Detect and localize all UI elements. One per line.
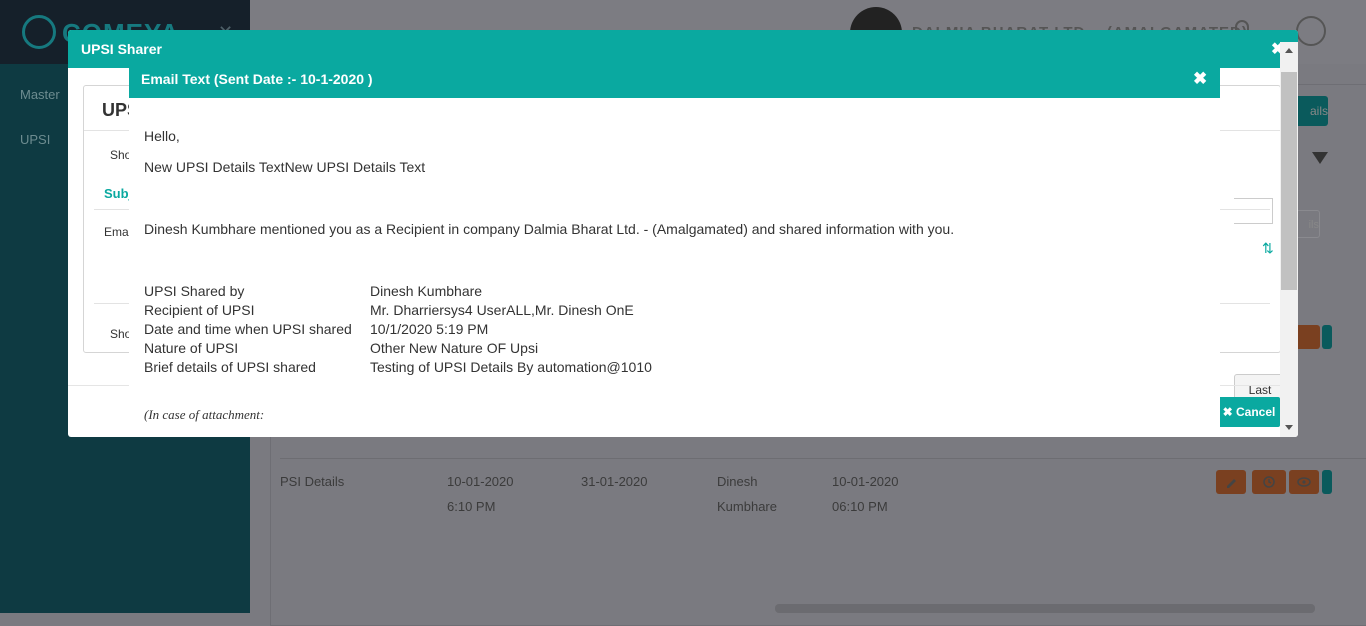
scroll-down-icon[interactable] — [1285, 425, 1293, 430]
subject-column-header[interactable]: Subj — [104, 186, 132, 201]
detail-key: Nature of UPSI — [144, 340, 239, 356]
history-icon — [1263, 476, 1275, 488]
cancel-button[interactable]: ✖ Cancel — [1218, 397, 1280, 427]
close-icon[interactable]: ✖ — [1193, 69, 1207, 89]
sidebar-item-master[interactable]: Master — [20, 87, 60, 102]
row-date3: 10-01-2020 — [832, 474, 899, 489]
upsi-details-table: UPSI Shared by Dinesh Kumbhare Recipient… — [144, 283, 652, 378]
sidebar-item-upsi[interactable]: UPSI — [20, 132, 50, 147]
table-row: Nature of UPSI Other New Nature OF Upsi — [144, 340, 652, 359]
pencil-icon — [1227, 479, 1236, 488]
row-name: PSI Details — [280, 474, 345, 489]
modal-title: UPSI Sharer — [81, 41, 162, 57]
email-mention-text: Dinesh Kumbhare mentioned you as a Recip… — [144, 221, 955, 237]
view-button[interactable] — [1289, 470, 1319, 494]
table-divider — [280, 458, 1366, 459]
email-text-modal: Email Text (Sent Date :- 10-1-2020 ) ✖ H… — [129, 60, 1220, 437]
row-time3: 06:10 PM — [832, 499, 888, 514]
table-row: UPSI Shared by Dinesh Kumbhare — [144, 283, 652, 302]
sort-icon[interactable]: ⇅ — [1262, 240, 1274, 257]
email-cell: Ema — [104, 225, 129, 239]
detail-value: Mr. Dharriersys4 UserALL,Mr. Dinesh OnE — [370, 302, 634, 318]
close-icon: ✖ — [1222, 405, 1237, 419]
row-date1: 10-01-2020 — [447, 474, 514, 489]
email-modal-title: Email Text (Sent Date :- 10-1-2020 ) — [141, 71, 373, 87]
history-button[interactable] — [1252, 470, 1286, 494]
table-row: Recipient of UPSI Mr. Dharriersys4 UserA… — [144, 302, 652, 321]
attachment-note: (In case of attachment: — [144, 407, 265, 422]
row-owner-first: Dinesh — [717, 474, 758, 489]
row-time1: 6:10 PM — [447, 499, 496, 514]
detail-value: Dinesh Kumbhare — [370, 283, 483, 299]
search-input[interactable] — [1234, 198, 1273, 224]
cancel-label: Cancel — [1236, 405, 1276, 419]
table-row: Date and time when UPSI shared 10/1/2020… — [144, 321, 652, 340]
eye-icon — [1297, 477, 1311, 487]
filter-icon[interactable] — [1312, 152, 1328, 164]
detail-value: Other New Nature OF Upsi — [370, 340, 539, 356]
edit-button[interactable] — [1216, 470, 1246, 494]
email-greeting: Hello, — [144, 128, 180, 144]
email-details-text: New UPSI Details TextNew UPSI Details Te… — [144, 159, 426, 175]
horizontal-scrollbar[interactable] — [775, 604, 1315, 613]
detail-value: Testing of UPSI Details By automation@10… — [370, 359, 652, 375]
scroll-up-icon[interactable] — [1285, 48, 1293, 53]
detail-key: UPSI Shared by — [144, 283, 245, 299]
table-row: Brief details of UPSI shared Testing of … — [144, 359, 652, 378]
more-button-row1[interactable] — [1322, 325, 1332, 349]
detail-key: Brief details of UPSI shared — [144, 359, 316, 375]
detail-key: Date and time when UPSI shared — [144, 321, 352, 337]
email-modal-header: Email Text (Sent Date :- 10-1-2020 ) ✖ — [129, 60, 1220, 98]
more-button[interactable] — [1322, 470, 1332, 494]
row-owner-last: Kumbhare — [717, 499, 777, 514]
detail-key: Recipient of UPSI — [144, 302, 255, 318]
detail-value: 10/1/2020 5:19 PM — [370, 321, 489, 337]
scrollbar-thumb[interactable] — [1281, 72, 1297, 290]
user-avatar-icon[interactable] — [1296, 16, 1326, 46]
brand-logo-icon — [22, 15, 56, 49]
row-date2: 31-01-2020 — [581, 474, 648, 489]
